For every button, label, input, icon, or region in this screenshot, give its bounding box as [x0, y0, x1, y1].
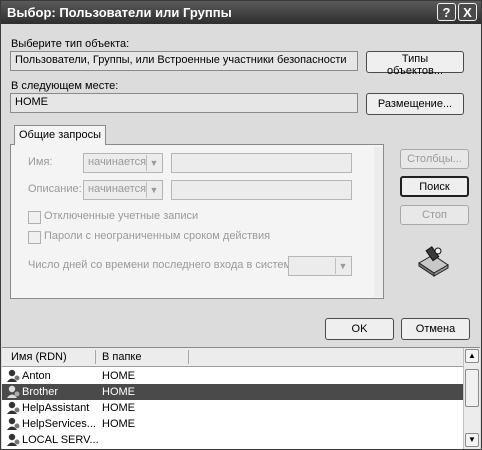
- location-label: В следующем месте:: [11, 80, 119, 92]
- row-folder: HOME: [102, 418, 135, 430]
- common-queries-panel: Имя: начинается ▼ Описание: начинается ▼…: [10, 144, 384, 299]
- select-users-dialog: Выбор: Пользователи или Группы ? X Выбер…: [0, 0, 482, 450]
- object-types-button[interactable]: Типы объектов...: [366, 51, 464, 77]
- search-flashlight-icon: [418, 246, 449, 277]
- question-icon: ?: [442, 5, 451, 20]
- object-type-field: Пользователи, Группы, или Встроенные уча…: [10, 51, 358, 71]
- locations-button[interactable]: Размещение...: [366, 93, 464, 115]
- panel-edge: [374, 147, 383, 297]
- chevron-up-icon: ▲: [468, 351, 476, 360]
- column-header-name[interactable]: Имя (RDN): [11, 351, 67, 363]
- description-mode-select[interactable]: начинается ▼: [83, 180, 163, 200]
- table-row-selected[interactable]: Brother HOME: [2, 384, 464, 400]
- chevron-down-icon: ▼: [146, 155, 161, 171]
- user-icon: [7, 369, 20, 382]
- location-field: HOME: [10, 93, 358, 113]
- results-header: Имя (RDN) В папке: [2, 348, 464, 367]
- column-header-folder[interactable]: В папке: [102, 351, 141, 363]
- ok-button[interactable]: OK: [325, 318, 394, 340]
- row-name: HelpServices...: [22, 418, 96, 430]
- chevron-down-icon: ▼: [335, 258, 350, 274]
- chevron-down-icon: ▼: [468, 435, 476, 444]
- row-folder: HOME: [102, 402, 135, 414]
- table-row[interactable]: HelpServices... HOME: [2, 416, 464, 432]
- table-row[interactable]: Anton HOME: [2, 368, 464, 384]
- description-mode-value: начинается: [88, 183, 147, 195]
- name-mode-value: начинается: [88, 156, 147, 168]
- row-name: Anton: [22, 370, 51, 382]
- chevron-down-icon: ▼: [146, 182, 161, 198]
- scroll-down-button[interactable]: ▼: [465, 433, 479, 447]
- no-expire-password-checkbox[interactable]: [28, 231, 41, 244]
- days-since-logon-label: Число дней со времени последнего входа в…: [28, 259, 300, 271]
- disabled-accounts-checkbox[interactable]: [28, 211, 41, 224]
- scroll-thumb[interactable]: [465, 369, 479, 407]
- name-input[interactable]: [171, 153, 352, 173]
- close-button[interactable]: X: [458, 3, 477, 21]
- column-divider[interactable]: [95, 350, 96, 364]
- column-divider[interactable]: [188, 350, 189, 364]
- search-results-list[interactable]: Имя (RDN) В папке Anton HOME Brother HOM…: [2, 347, 480, 449]
- row-name: Brother: [22, 386, 59, 398]
- row-folder: HOME: [102, 386, 135, 398]
- scroll-up-button[interactable]: ▲: [465, 349, 479, 363]
- search-button[interactable]: Поиск: [400, 176, 469, 197]
- name-mode-select[interactable]: начинается ▼: [83, 153, 163, 173]
- days-since-logon-select[interactable]: ▼: [288, 256, 352, 276]
- no-expire-password-label: Пароли с неограниченным сроком действия: [44, 230, 271, 242]
- user-icon: [7, 401, 20, 414]
- user-icon: [7, 385, 20, 398]
- columns-button[interactable]: Столбцы...: [400, 149, 469, 169]
- table-row[interactable]: LOCAL SERV...: [2, 432, 464, 448]
- disabled-accounts-label: Отключенные учетные записи: [44, 210, 199, 222]
- stop-button[interactable]: Стоп: [400, 205, 469, 225]
- description-label: Описание:: [28, 183, 82, 195]
- description-input[interactable]: [171, 180, 352, 200]
- object-type-label: Выберите тип объекта:: [11, 38, 130, 50]
- tab-common-queries[interactable]: Общие запросы: [14, 125, 106, 145]
- row-name: LOCAL SERV...: [22, 434, 99, 446]
- close-icon: X: [463, 5, 472, 20]
- user-icon: [7, 417, 20, 430]
- title-bar: Выбор: Пользователи или Группы ? X: [1, 1, 481, 24]
- name-label: Имя:: [28, 156, 53, 168]
- row-folder: HOME: [102, 370, 135, 382]
- table-row[interactable]: HelpAssistant HOME: [2, 400, 464, 416]
- cancel-button[interactable]: Отмена: [401, 318, 470, 340]
- help-button[interactable]: ?: [437, 3, 456, 21]
- tab-label: Общие запросы: [19, 129, 101, 141]
- results-scrollbar[interactable]: ▲ ▼: [463, 348, 480, 449]
- user-icon: [7, 433, 20, 446]
- row-name: HelpAssistant: [22, 402, 90, 414]
- window-title: Выбор: Пользователи или Группы: [7, 5, 232, 20]
